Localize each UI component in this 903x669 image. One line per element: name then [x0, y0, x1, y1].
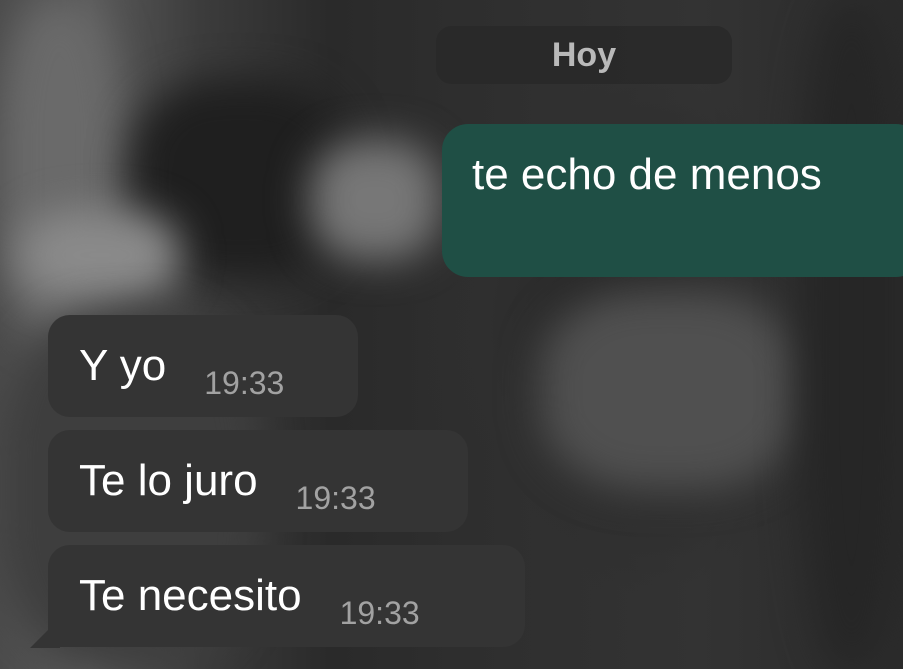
wallpaper-blur-shape — [20, 210, 180, 300]
wallpaper-blur-shape — [310, 140, 440, 260]
outgoing-message-bubble[interactable]: te echo de menos — [442, 124, 903, 277]
incoming-message-bubble[interactable]: Y yo 19:33 — [48, 315, 358, 417]
message-timestamp: 19:33 — [204, 365, 285, 401]
message-text: Y yo — [79, 341, 167, 390]
wallpaper-blur-shape — [800, 0, 903, 669]
message-text: Te necesito — [79, 571, 302, 620]
incoming-message-bubble[interactable]: Te necesito 19:33 — [48, 545, 525, 647]
message-timestamp: 19:33 — [339, 595, 420, 631]
wallpaper-blur-shape — [540, 290, 800, 490]
message-text: Te lo juro — [79, 456, 258, 505]
date-separator: Hoy — [436, 26, 732, 84]
message-text: te echo de menos — [472, 150, 822, 199]
message-timestamp: 19:33 — [295, 480, 376, 516]
incoming-message-bubble[interactable]: Te lo juro 19:33 — [48, 430, 468, 532]
